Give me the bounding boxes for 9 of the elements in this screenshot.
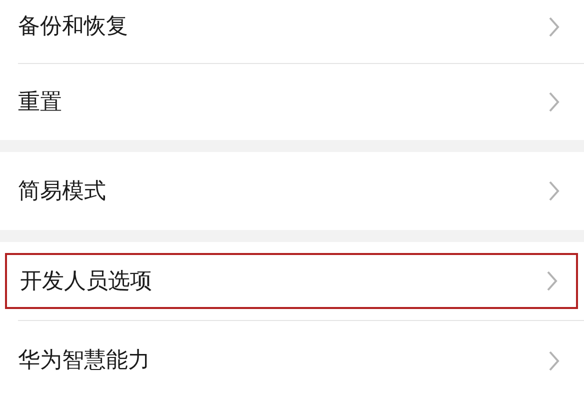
settings-item[interactable]: 重置 bbox=[18, 64, 584, 140]
chevron-right-icon bbox=[548, 16, 560, 38]
settings-item[interactable]: 开发人员选项 bbox=[5, 253, 578, 309]
chevron-right-icon bbox=[546, 270, 558, 292]
chevron-right-icon bbox=[548, 180, 560, 202]
settings-item[interactable]: 备份和恢复 bbox=[18, 0, 584, 63]
chevron-right-icon bbox=[548, 91, 560, 113]
settings-item[interactable]: 华为智慧能力 bbox=[18, 321, 584, 400]
chevron-right-icon bbox=[548, 350, 560, 372]
